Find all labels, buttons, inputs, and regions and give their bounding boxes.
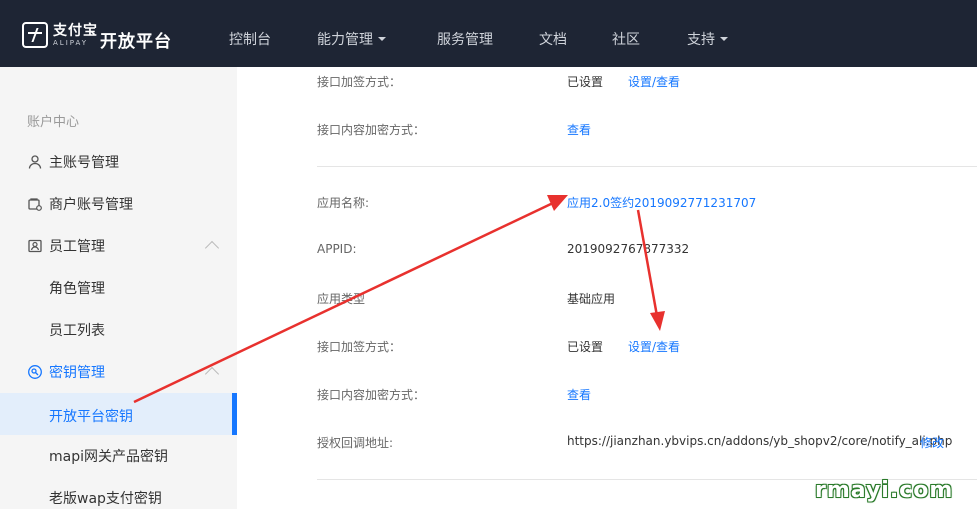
app-encrypt-method-label: 接口内容加密方式：	[317, 388, 426, 402]
sign-method-label: 接口加签方式：	[317, 75, 402, 89]
sidebar-item-legacy-wap-key[interactable]: 老版wap支付密钥	[49, 488, 162, 508]
nav-support[interactable]: 支持	[687, 29, 728, 49]
chevron-down-icon	[720, 37, 728, 41]
app-type-label: 应用类型	[317, 292, 366, 306]
sidebar-item-role-mgmt[interactable]: 角色管理	[49, 278, 105, 298]
encrypt-method-label: 接口内容加密方式：	[317, 123, 426, 137]
sign-method-link[interactable]: 设置/查看	[628, 73, 680, 90]
app-sign-method-link[interactable]: 设置/查看	[628, 338, 680, 355]
nav-service[interactable]: 服务管理	[437, 29, 493, 49]
encrypt-method-link[interactable]: 查看	[567, 121, 591, 138]
logo-en-text: ALIPAY	[53, 38, 89, 47]
callback-url-value: https://jianzhan.ybvips.cn/addons/yb_sho…	[567, 434, 953, 448]
staff-icon	[28, 239, 42, 253]
sidebar-item-merchant-account[interactable]: 商户账号管理	[27, 194, 133, 214]
callback-url-edit-link[interactable]: 修改	[920, 434, 944, 451]
sidebar-item-open-platform-key[interactable]: 开放平台密钥	[0, 393, 237, 435]
sidebar: 账户中心 主账号管理 商户账号管理 员工管理 角色管理 员工列表 密钥管理 开放…	[0, 67, 237, 509]
sidebar-item-main-account[interactable]: 主账号管理	[27, 152, 119, 172]
callback-url-label: 授权回调地址:	[317, 436, 394, 450]
chevron-up-icon[interactable]	[204, 240, 220, 256]
app-encrypt-method-link[interactable]: 查看	[567, 386, 591, 403]
nav-console[interactable]: 控制台	[229, 29, 271, 49]
sign-method-value: 已设置	[567, 75, 604, 89]
user-icon	[28, 155, 42, 169]
alipay-logo[interactable]: 支付宝 ALIPAY	[22, 22, 98, 48]
main-content: 接口加签方式： 已设置 设置/查看 接口内容加密方式： 查看 应用名称: 应用2…	[237, 67, 977, 509]
app-name-label: 应用名称:	[317, 196, 370, 210]
sidebar-item-mapi-key[interactable]: mapi网关产品密钥	[49, 446, 168, 466]
sidebar-item-key-mgmt[interactable]: 密钥管理	[27, 362, 105, 382]
sidebar-item-staff-list[interactable]: 员工列表	[49, 320, 105, 340]
merchant-icon	[28, 198, 42, 211]
platform-title[interactable]: 开放平台	[100, 27, 172, 52]
chevron-up-icon[interactable]	[204, 366, 220, 382]
app-name-link[interactable]: 应用2.0签约2019092771231707	[567, 194, 756, 211]
logo-cn-text: 支付宝	[53, 22, 98, 39]
nav-capability[interactable]: 能力管理	[317, 29, 386, 49]
top-navigation-bar: 支付宝 ALIPAY 开放平台 控制台 能力管理 服务管理 文档 社区 支持	[0, 0, 977, 67]
chevron-down-icon	[378, 37, 386, 41]
alipay-logo-icon	[22, 22, 48, 48]
appid-value: 2019092767877332	[567, 242, 690, 256]
divider	[317, 166, 977, 167]
appid-label: APPID:	[317, 242, 357, 256]
watermark: rmayi.com	[815, 478, 954, 503]
app-sign-method-value: 已设置	[567, 340, 604, 354]
nav-docs[interactable]: 文档	[539, 29, 567, 49]
nav-community[interactable]: 社区	[612, 29, 640, 49]
app-type-value: 基础应用	[567, 292, 616, 306]
key-icon	[28, 365, 42, 379]
sidebar-section-title: 账户中心	[27, 115, 80, 130]
app-sign-method-label: 接口加签方式：	[317, 340, 402, 354]
sidebar-item-staff-mgmt[interactable]: 员工管理	[27, 236, 105, 256]
